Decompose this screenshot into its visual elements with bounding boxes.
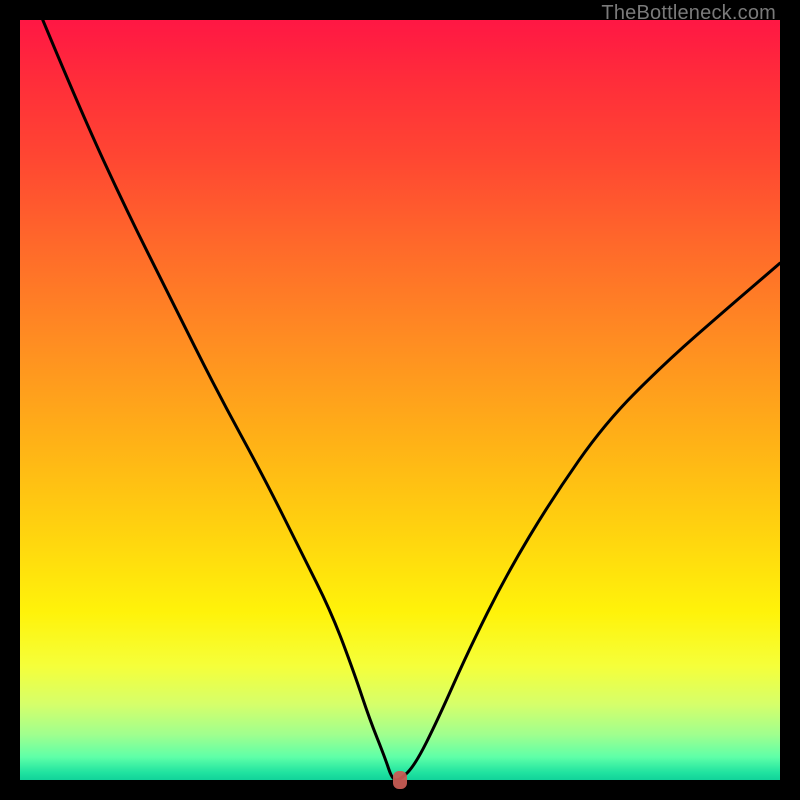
bottleneck-curve (20, 20, 780, 780)
watermark-text: TheBottleneck.com (601, 2, 776, 25)
optimal-point-marker (393, 771, 407, 789)
chart-frame: TheBottleneck.com (0, 0, 800, 800)
plot-area (20, 20, 780, 780)
